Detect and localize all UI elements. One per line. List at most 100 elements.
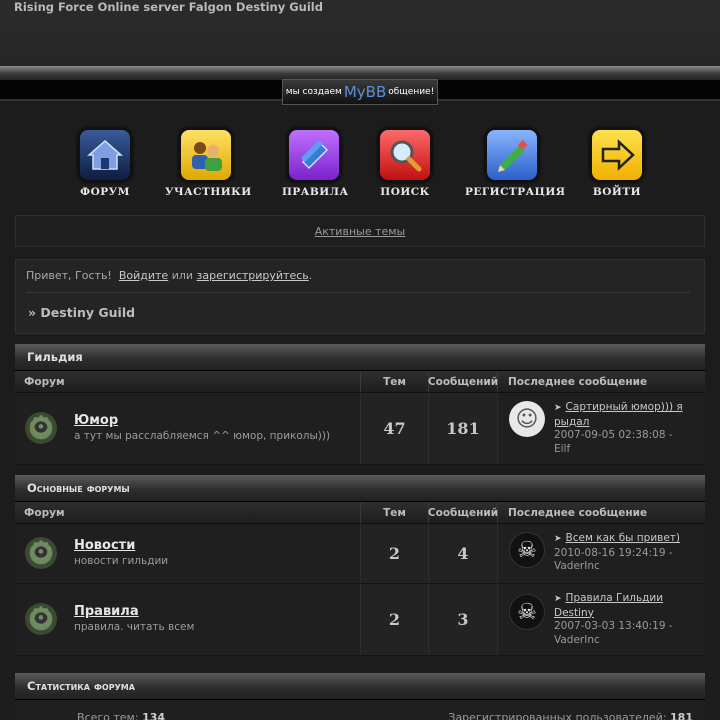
greeting-text: Привет, Гость! — [26, 269, 112, 282]
login-link[interactable]: Войдите — [119, 269, 168, 282]
main-nav: ФОРУМ УЧАСТНИКИ ПРАВИЛА ПОИСК РЕГИСТРАЦИ… — [0, 128, 720, 200]
last-post-cell: ☠ ➤ Всем как бы привет) 2010-08-16 19:24:… — [498, 524, 705, 583]
last-post-link[interactable]: Правила Гильдии Destiny — [554, 592, 663, 619]
last-post-author[interactable]: VaderInc — [554, 560, 600, 572]
last-post-date: 2010-08-16 19:24:19 - — [554, 546, 673, 559]
nav-login[interactable]: ВОЙТИ — [586, 128, 648, 198]
home-icon — [78, 128, 132, 182]
mybb-post: общение! — [388, 87, 435, 97]
welcome-box: Привет, Гость! Войдите или зарегистрируй… — [15, 259, 705, 334]
column-headers: Форум Тем Сообщений Последнее сообщение — [15, 371, 705, 393]
total-topics: Всего тем: 134 — [77, 711, 165, 720]
col-forum: Форум — [15, 371, 361, 392]
col-posts: Сообщений — [428, 371, 498, 392]
category-title[interactable]: Гильдия — [15, 344, 705, 371]
forum-name[interactable]: Правила — [74, 604, 139, 619]
forum-cell: ⚙ Правила правила. читать всем — [15, 584, 361, 655]
mybb-banner[interactable]: мы создаем MyBB общение! — [282, 79, 438, 105]
active-topics-box: Активные темы — [15, 215, 705, 247]
forum-description: новости гильдии — [74, 555, 169, 567]
posts-count: 181 — [429, 393, 498, 464]
users-icon — [179, 128, 233, 182]
nav-search[interactable]: ПОИСК — [372, 128, 438, 198]
forum-status-icon: ⚙ — [25, 412, 57, 444]
greeting-line: Привет, Гость! Войдите или зарегистрируй… — [26, 269, 312, 282]
nav-rules[interactable]: ПРАВИЛА — [282, 128, 349, 198]
user-avatar[interactable]: ☺ — [509, 401, 545, 437]
user-avatar[interactable]: ☠ — [509, 594, 545, 630]
forum-row: ⚙ Правила правила. читать всем 2 3 ☠ ➤ Пр… — [15, 584, 705, 656]
pencil-icon — [485, 128, 539, 182]
total-topics-value: 134 — [142, 711, 166, 720]
active-topics-link[interactable]: Активные темы — [315, 225, 406, 238]
registered-value: 181 — [670, 711, 693, 720]
last-post-link[interactable]: Всем как бы привет) — [566, 532, 680, 544]
nav-login-label: ВОЙТИ — [592, 186, 642, 198]
breadcrumb[interactable]: » Destiny Guild — [28, 305, 135, 320]
nav-search-label: ПОИСК — [380, 186, 430, 198]
col-posts: Сообщений — [428, 502, 498, 523]
topic-arrow-icon: ➤ — [554, 594, 562, 604]
welcome-divider — [26, 292, 690, 293]
nav-rules-label: ПРАВИЛА — [282, 186, 349, 198]
nav-forum-label: ФОРУМ — [80, 186, 130, 198]
last-post-link[interactable]: Сартирный юмор))) я рыдал — [554, 401, 683, 428]
forum-name[interactable]: Юмор — [74, 413, 118, 428]
forum-cell: ⚙ Юмор а тут мы расслабляемся ^^ юмор, п… — [15, 393, 361, 464]
last-post-cell: ☺ ➤ Сартирный юмор))) я рыдал 2007-09-05 … — [498, 393, 705, 464]
last-post-info: ➤ Правила Гильдии Destiny 2007-03-03 13:4… — [554, 592, 697, 647]
header: Rising Force Online server Falgon Destin… — [0, 0, 720, 66]
arrow-right-icon — [590, 128, 644, 182]
or-text: или — [171, 269, 194, 282]
nav-users[interactable]: УЧАСТНИКИ — [165, 128, 252, 198]
registered-label: Зарегистрированных пользователей: — [448, 711, 667, 720]
col-last-post: Последнее сообщение — [508, 506, 648, 519]
forum-stats: Статистика форума — [15, 673, 705, 700]
forum-status-icon: ⚙ — [25, 603, 57, 635]
topics-count: 47 — [361, 393, 429, 464]
category-title[interactable]: Основные форумы — [15, 475, 705, 502]
topics-count: 2 — [361, 584, 429, 655]
forum-row: ⚙ Новости новости гильдии 2 4 ☠ ➤ Всем ка… — [15, 524, 705, 584]
user-avatar[interactable]: ☠ — [509, 532, 545, 568]
last-post-author[interactable]: VaderInc — [554, 634, 600, 646]
topic-arrow-icon: ➤ — [554, 534, 562, 544]
stats-body: Всего тем: 134 Зарегистрированных пользо… — [15, 701, 705, 720]
category-guild: Гильдия Форум Тем Сообщений Последнее со… — [15, 344, 705, 465]
book-icon — [287, 128, 341, 182]
last-post-author[interactable]: Eilf — [554, 443, 570, 455]
register-link[interactable]: зарегистрируйтесь — [197, 269, 309, 282]
last-post-info: ➤ Всем как бы привет) 2010-08-16 19:24:19… — [554, 532, 697, 574]
site-title: Rising Force Online server Falgon Destin… — [14, 0, 323, 14]
nav-forum[interactable]: ФОРУМ — [75, 128, 135, 198]
mybb-logo: MyBB — [343, 83, 387, 101]
last-post-cell: ☠ ➤ Правила Гильдии Destiny 2007-03-03 13… — [498, 584, 705, 655]
forum-description: правила. читать всем — [74, 621, 195, 633]
forum-name[interactable]: Новости — [74, 538, 135, 553]
magnifier-icon — [378, 128, 432, 182]
last-post-info: ➤ Сартирный юмор))) я рыдал 2007-09-05 02… — [554, 401, 697, 456]
col-last-post: Последнее сообщение — [508, 375, 648, 388]
forum-status-icon: ⚙ — [25, 537, 57, 569]
forum-row: ⚙ Юмор а тут мы расслабляемся ^^ юмор, п… — [15, 393, 705, 465]
registered-users: Зарегистрированных пользователей: 181 — [448, 711, 693, 720]
forum-cell: ⚙ Новости новости гильдии — [15, 524, 361, 583]
mybb-pre: мы создаем — [285, 87, 342, 97]
nav-register-label: РЕГИСТРАЦИЯ — [465, 186, 566, 198]
topic-arrow-icon: ➤ — [554, 403, 562, 413]
nav-register[interactable]: РЕГИСТРАЦИЯ — [465, 128, 566, 198]
column-headers: Форум Тем Сообщений Последнее сообщение — [15, 502, 705, 524]
posts-count: 3 — [429, 584, 498, 655]
forum-description: а тут мы расслабляемся ^^ юмор, приколы)… — [74, 430, 331, 442]
col-forum: Форум — [15, 502, 361, 523]
greeting-period: . — [308, 269, 313, 282]
topics-count: 2 — [361, 524, 429, 583]
last-post-date: 2007-09-05 02:38:08 - — [554, 429, 673, 441]
col-topics: Тем — [361, 502, 429, 523]
stats-title: Статистика форума — [15, 673, 705, 700]
nav-users-label: УЧАСТНИКИ — [165, 186, 252, 198]
col-topics: Тем — [361, 371, 429, 392]
total-topics-label: Всего тем: — [77, 711, 139, 720]
header-bar — [0, 66, 720, 80]
last-post-date: 2007-03-03 13:40:19 - — [554, 620, 673, 632]
